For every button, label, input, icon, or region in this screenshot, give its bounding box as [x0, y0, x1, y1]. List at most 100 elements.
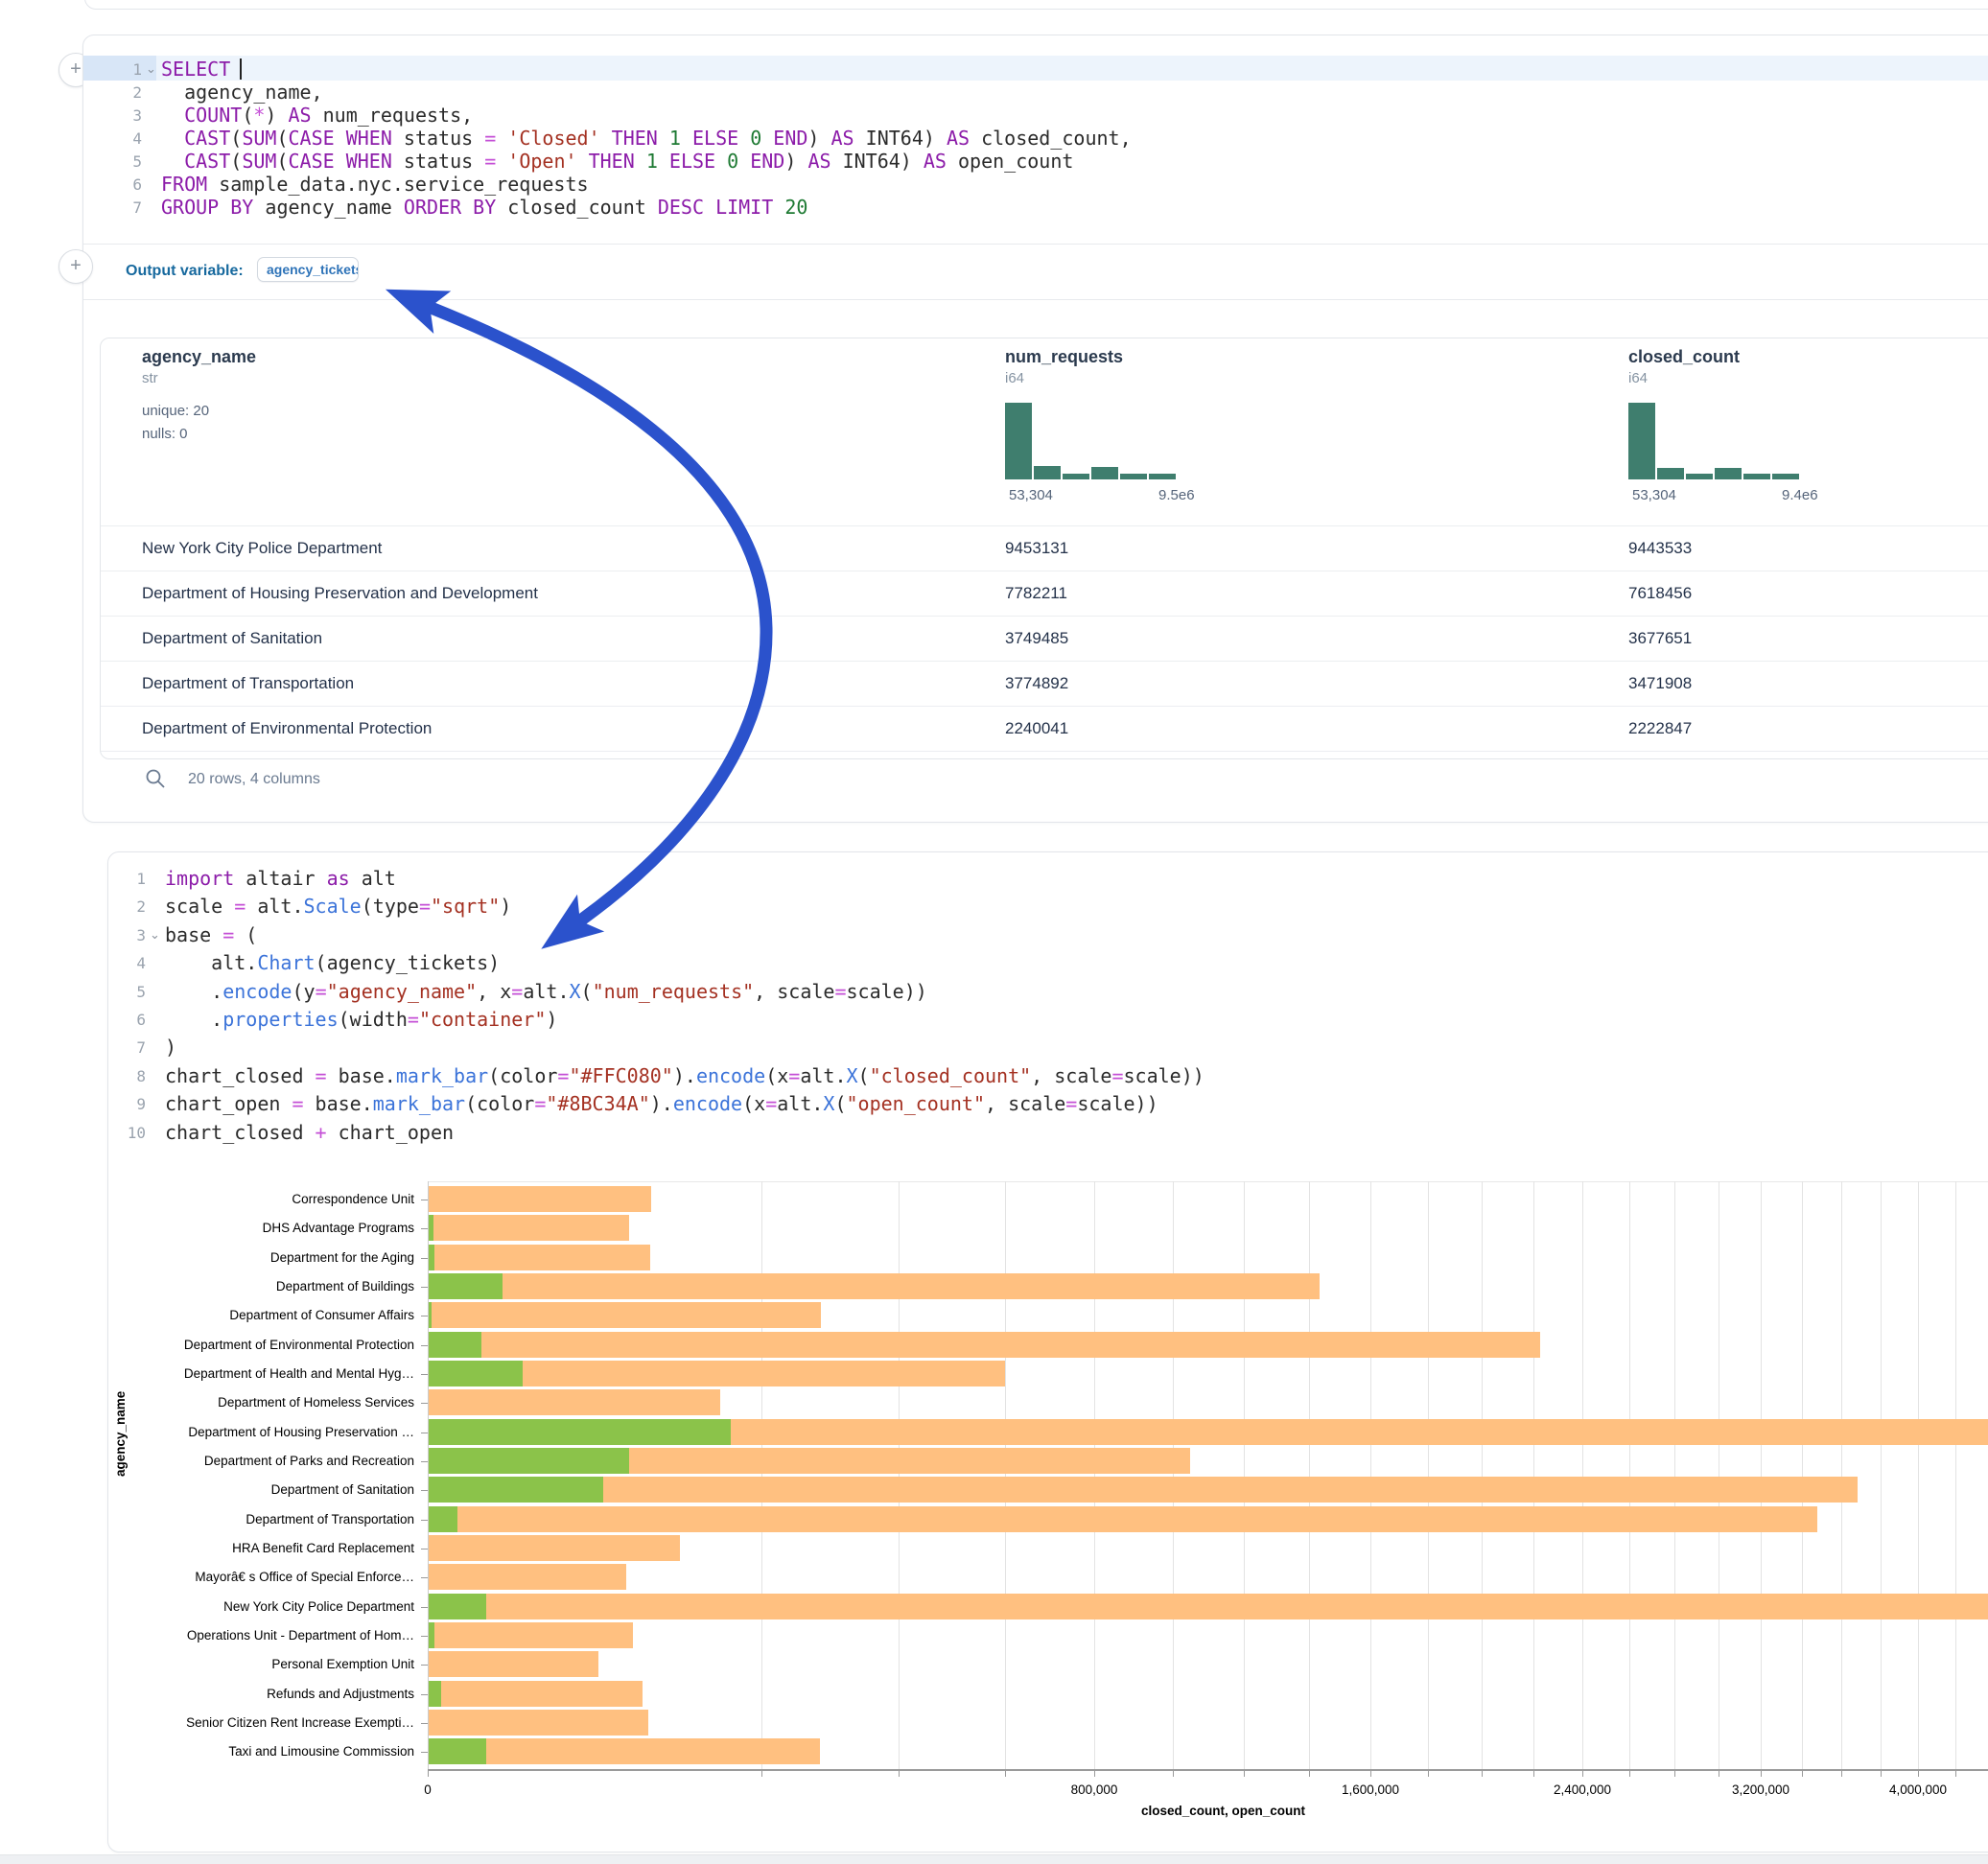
y-tick	[421, 1228, 428, 1229]
x-tick	[1881, 1771, 1882, 1777]
gridline	[761, 1181, 762, 1769]
notebook-page: + 1⌄SELECT2 agency_name,3 COUNT(*) AS nu…	[0, 0, 1988, 1864]
histogram-bar	[1091, 467, 1118, 479]
output-variable-pill[interactable]: agency_tickets	[257, 257, 359, 282]
python-line[interactable]: alt.Chart(agency_tickets)	[165, 951, 500, 974]
separator	[83, 244, 1988, 245]
line-number: 2	[107, 83, 142, 102]
python-line[interactable]: import altair as alt	[165, 867, 396, 890]
histogram-bar	[1743, 474, 1770, 479]
x-tick-label: 3,200,000	[1703, 1782, 1818, 1797]
chart-bar-closed	[429, 1681, 643, 1707]
column-histogram	[1005, 403, 1182, 479]
x-tick	[1309, 1771, 1310, 1777]
row-separator	[101, 706, 1988, 707]
output-variable-label: Output variable:	[126, 263, 244, 280]
x-tick	[1482, 1771, 1483, 1777]
histogram-bar	[1628, 403, 1655, 479]
y-axis-label: Taxi and Limousine Commission	[125, 1744, 414, 1759]
column-header: num_requests	[1005, 347, 1123, 367]
table-cell: Department of Sanitation	[142, 629, 322, 648]
chart-bar-open	[429, 1738, 486, 1764]
row-separator	[101, 751, 1988, 752]
x-tick	[1802, 1771, 1803, 1777]
collapse-chevron-icon[interactable]: ⌄	[146, 61, 156, 77]
y-axis-label: Department of Parks and Recreation	[125, 1454, 414, 1468]
histogram-bar	[1715, 468, 1742, 479]
sql-line[interactable]: agency_name,	[161, 81, 323, 104]
sql-line[interactable]: CAST(SUM(CASE WHEN status = 'Open' THEN …	[161, 150, 1073, 173]
row-separator	[101, 525, 1988, 526]
chart-bar-closed	[429, 1622, 633, 1648]
x-tick-label: 2,400,000	[1525, 1782, 1640, 1797]
y-axis-label: Department of Consumer Affairs	[125, 1308, 414, 1322]
python-line[interactable]: .encode(y="agency_name", x=alt.X("num_re…	[165, 980, 927, 1003]
histogram-bar	[1034, 466, 1061, 479]
histogram-bar	[1657, 468, 1684, 479]
column-type: i64	[1628, 370, 1648, 386]
y-tick	[421, 1461, 428, 1462]
python-line[interactable]: scale = alt.Scale(type="sqrt")	[165, 895, 511, 918]
line-number: 10	[111, 1124, 146, 1142]
chart-bar-closed	[429, 1594, 1988, 1619]
gridline	[1173, 1181, 1174, 1769]
python-line[interactable]: .properties(width="container")	[165, 1008, 557, 1031]
table-cell: 3677651	[1628, 629, 1692, 648]
y-tick	[421, 1723, 428, 1724]
table-cell: Department of Transportation	[142, 674, 354, 693]
row-separator	[101, 616, 1988, 617]
column-histogram	[1628, 403, 1806, 479]
y-tick	[421, 1374, 428, 1375]
sql-line[interactable]: CAST(SUM(CASE WHEN status = 'Closed' THE…	[161, 127, 1132, 150]
gridline	[1094, 1181, 1095, 1769]
gridline	[1629, 1181, 1630, 1769]
collapse-chevron-icon[interactable]: ⌄	[150, 927, 160, 943]
chart-bar-closed	[429, 1477, 1858, 1503]
search-icon[interactable]	[144, 767, 167, 790]
plot-top-border	[428, 1181, 1988, 1182]
python-line[interactable]: chart_closed + chart_open	[165, 1121, 454, 1144]
line-number: 5	[111, 983, 146, 1001]
row-separator	[101, 661, 1988, 662]
y-axis-label: Department of Homeless Services	[125, 1395, 414, 1410]
page-bottom-band	[0, 1854, 1988, 1864]
y-tick	[421, 1345, 428, 1346]
line-number: 8	[111, 1067, 146, 1085]
histogram-bar	[1686, 474, 1713, 479]
histogram-bar	[1005, 403, 1032, 479]
separator	[83, 299, 1988, 300]
x-tick	[1629, 1771, 1630, 1777]
line-number: 7	[107, 198, 142, 217]
sql-line[interactable]: FROM sample_data.nyc.service_requests	[161, 173, 589, 196]
chart-bar-open	[429, 1506, 457, 1532]
chart-bar-open	[429, 1273, 503, 1299]
table-cell: 9453131	[1005, 539, 1068, 558]
chart-bar-open	[429, 1477, 603, 1503]
y-axis-label: New York City Police Department	[125, 1599, 414, 1614]
gridline	[1428, 1181, 1429, 1769]
x-tick	[1674, 1771, 1675, 1777]
sql-line[interactable]: COUNT(*) AS num_requests,	[161, 104, 473, 127]
python-line[interactable]: chart_closed = base.mark_bar(color="#FFC…	[165, 1064, 1204, 1087]
line-number: 2	[111, 897, 146, 916]
chart-bar-closed	[429, 1215, 629, 1241]
sql-line[interactable]: SELECT	[161, 58, 242, 81]
gridline	[1005, 1181, 1006, 1769]
line-number: 1	[111, 870, 146, 888]
y-tick	[421, 1694, 428, 1695]
python-line[interactable]: chart_open = base.mark_bar(color="#8BC34…	[165, 1092, 1158, 1115]
chart-bar-open	[429, 1245, 434, 1270]
y-axis-label: Mayorâ€ s Office of Special Enforce…	[125, 1570, 414, 1584]
sql-line[interactable]: GROUP BY agency_name ORDER BY closed_cou…	[161, 196, 807, 219]
chart-bar-closed	[429, 1535, 680, 1561]
x-tick-label: 4,000,000	[1860, 1782, 1976, 1797]
python-line[interactable]: base = (	[165, 923, 257, 946]
x-tick	[1841, 1771, 1842, 1777]
python-line[interactable]: )	[165, 1036, 176, 1059]
x-tick	[1428, 1771, 1429, 1777]
y-axis-label: DHS Advantage Programs	[125, 1221, 414, 1235]
add-cell-button-2[interactable]: +	[58, 249, 93, 284]
y-tick	[421, 1636, 428, 1637]
gridline	[1802, 1181, 1803, 1769]
chart-bar-closed	[429, 1651, 598, 1677]
